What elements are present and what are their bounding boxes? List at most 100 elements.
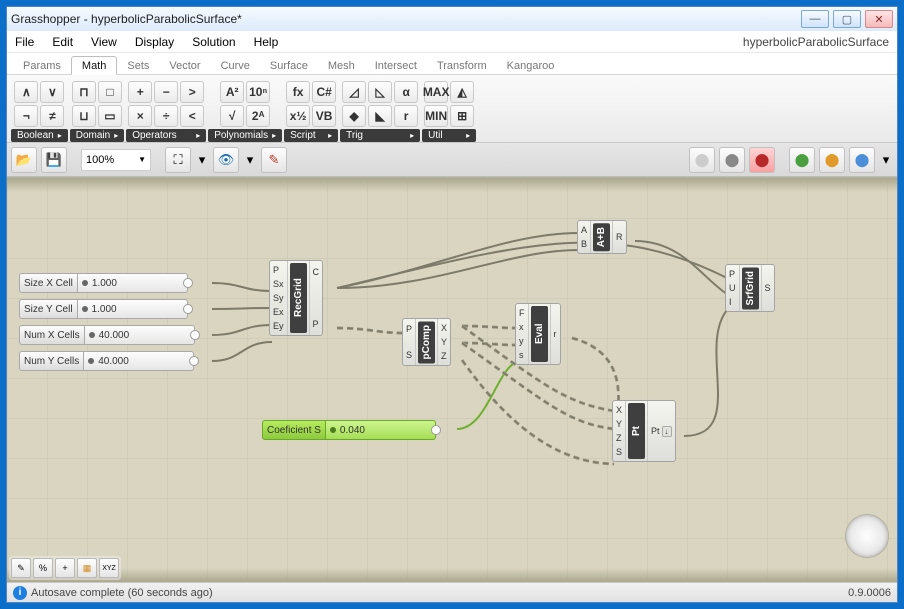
menu-view[interactable]: View (91, 35, 117, 49)
ribbon-button[interactable]: × (128, 105, 152, 127)
port-out-S[interactable]: S (765, 281, 771, 295)
ribbon-button[interactable]: < (180, 105, 204, 127)
ribbon-button[interactable]: ÷ (154, 105, 178, 127)
menu-edit[interactable]: Edit (52, 35, 73, 49)
slider-track[interactable]: 0.040 (326, 420, 436, 440)
port-in-S[interactable]: S (406, 348, 412, 362)
ribbon-group-label[interactable]: Domain▸ (70, 129, 124, 142)
ribbon-group-label[interactable]: Polynomials▸ (208, 129, 282, 142)
ribbon-button[interactable]: − (154, 81, 178, 103)
ribbon-group-label[interactable]: Operators▸ (126, 129, 206, 142)
port-out-r[interactable]: r (554, 327, 557, 341)
percent-tool-button[interactable]: % (33, 558, 53, 578)
ribbon-button[interactable]: MAX (424, 81, 448, 103)
ribbon-button[interactable]: ⊓ (72, 81, 96, 103)
port-in-I[interactable]: I (729, 295, 736, 309)
ribbon-group-label[interactable]: Util▸ (422, 129, 476, 142)
tab-math[interactable]: Math (71, 56, 117, 75)
ribbon-button[interactable]: A² (220, 81, 244, 103)
slider-track[interactable]: 1.000 (78, 273, 188, 293)
port-out-R[interactable]: R (616, 230, 623, 244)
ribbon-button[interactable]: ◿ (342, 81, 366, 103)
shade-white-button[interactable]: ⬤ (689, 147, 715, 173)
ribbon-button[interactable]: > (180, 81, 204, 103)
slider-coeficient-s[interactable]: Coeficient S0.040 (262, 420, 436, 440)
tab-intersect[interactable]: Intersect (365, 57, 427, 74)
ribbon-button[interactable]: MIN (424, 105, 448, 127)
pencil-tool-button[interactable]: ✎ (11, 558, 31, 578)
port-out-Pt[interactable]: Pt ↓ (651, 424, 672, 438)
ball-orange-button[interactable]: ⬤ (819, 147, 845, 173)
ribbon-button[interactable]: r (394, 105, 418, 127)
fuzzy-tool-button[interactable]: ▦ (77, 558, 97, 578)
port-in-Y[interactable]: Y (616, 417, 622, 431)
port-out-C[interactable]: C (313, 265, 320, 279)
tab-kangaroo[interactable]: Kangaroo (497, 57, 565, 74)
component-eval[interactable]: F x y s Eval r (515, 303, 561, 365)
ribbon-button[interactable]: ∧ (14, 81, 38, 103)
ribbon-button[interactable]: 2ᴬ (246, 105, 270, 127)
port-out-P[interactable]: P (313, 317, 320, 331)
port-in-y[interactable]: y (519, 334, 525, 348)
port-in-B[interactable]: B (581, 237, 587, 251)
preview-dropdown[interactable]: ▾ (243, 147, 257, 173)
ribbon-button[interactable]: □ (98, 81, 122, 103)
port-in-Ey[interactable]: Ey (273, 319, 284, 333)
slider-num-x-cells[interactable]: Num X Cells40.000 (19, 325, 195, 345)
ribbon-button[interactable]: VB (312, 105, 336, 127)
port-in-Ex[interactable]: Ex (273, 305, 284, 319)
save-button[interactable]: 💾 (41, 147, 67, 173)
menu-file[interactable]: File (15, 35, 34, 49)
ribbon-group-label[interactable]: Script▸ (284, 129, 338, 142)
ribbon-button[interactable]: + (128, 81, 152, 103)
zoom-dropdown[interactable]: ▾ (195, 147, 209, 173)
slider-num-y-cells[interactable]: Num Y Cells40.000 (19, 351, 194, 371)
port-in-S[interactable]: S (616, 445, 622, 459)
port-in-X[interactable]: X (616, 403, 622, 417)
port-in-U[interactable]: U (729, 281, 736, 295)
tab-transform[interactable]: Transform (427, 57, 497, 74)
component-srfgrid[interactable]: P U I SrfGrid S (725, 264, 775, 312)
port-in-P[interactable]: P (729, 267, 736, 281)
sketch-button[interactable]: ✎ (261, 147, 287, 173)
tab-vector[interactable]: Vector (159, 57, 210, 74)
port-in-Sx[interactable]: Sx (273, 277, 284, 291)
slider-track[interactable]: 1.000 (78, 299, 188, 319)
compass-icon[interactable] (845, 514, 889, 558)
slider-size-y-cell[interactable]: Size Y Cell1.000 (19, 299, 188, 319)
tab-curve[interactable]: Curve (211, 57, 260, 74)
component-pt[interactable]: X Y Z S Pt Pt ↓ (612, 400, 676, 462)
xyz-tool-button[interactable]: XYZ (99, 558, 119, 578)
ribbon-button[interactable]: C# (312, 81, 336, 103)
shade-red-button[interactable]: ⬤ (749, 147, 775, 173)
component-pcomp[interactable]: P S pComp X Y Z (402, 318, 451, 366)
tab-sets[interactable]: Sets (117, 57, 159, 74)
port-in-A[interactable]: A (581, 223, 587, 237)
shade-gray-button[interactable]: ⬤ (719, 147, 745, 173)
minimize-button[interactable]: — (801, 10, 829, 28)
component-aplusb[interactable]: A B A+B R (577, 220, 627, 254)
zoom-select[interactable]: 100%▼ (81, 149, 151, 171)
port-out-Z[interactable]: Z (441, 349, 447, 363)
port-in-Z[interactable]: Z (616, 431, 622, 445)
port-in-P[interactable]: P (406, 322, 412, 336)
slider-track[interactable]: 40.000 (84, 351, 194, 371)
port-in-Sy[interactable]: Sy (273, 291, 284, 305)
menu-solution[interactable]: Solution (192, 35, 235, 49)
ball-blue-button[interactable]: ⬤ (849, 147, 875, 173)
tab-mesh[interactable]: Mesh (318, 57, 365, 74)
ribbon-button[interactable]: ◭ (450, 81, 474, 103)
ribbon-button[interactable]: ∨ (40, 81, 64, 103)
ribbon-button[interactable]: ≠ (40, 105, 64, 127)
ball-green-button[interactable]: ⬤ (789, 147, 815, 173)
port-in-s[interactable]: s (519, 348, 525, 362)
ribbon-button[interactable]: ¬ (14, 105, 38, 127)
ribbon-group-label[interactable]: Trig▸ (340, 129, 420, 142)
slider-size-x-cell[interactable]: Size X Cell1.000 (19, 273, 188, 293)
ribbon-button[interactable]: ◆ (342, 105, 366, 127)
canvas[interactable]: Size X Cell1.000 Size Y Cell1.000 Num X Ce… (7, 177, 897, 582)
menu-help[interactable]: Help (254, 35, 279, 49)
port-in-F[interactable]: F (519, 306, 525, 320)
ball-dropdown[interactable]: ▾ (879, 147, 893, 173)
slider-track[interactable]: 40.000 (85, 325, 195, 345)
